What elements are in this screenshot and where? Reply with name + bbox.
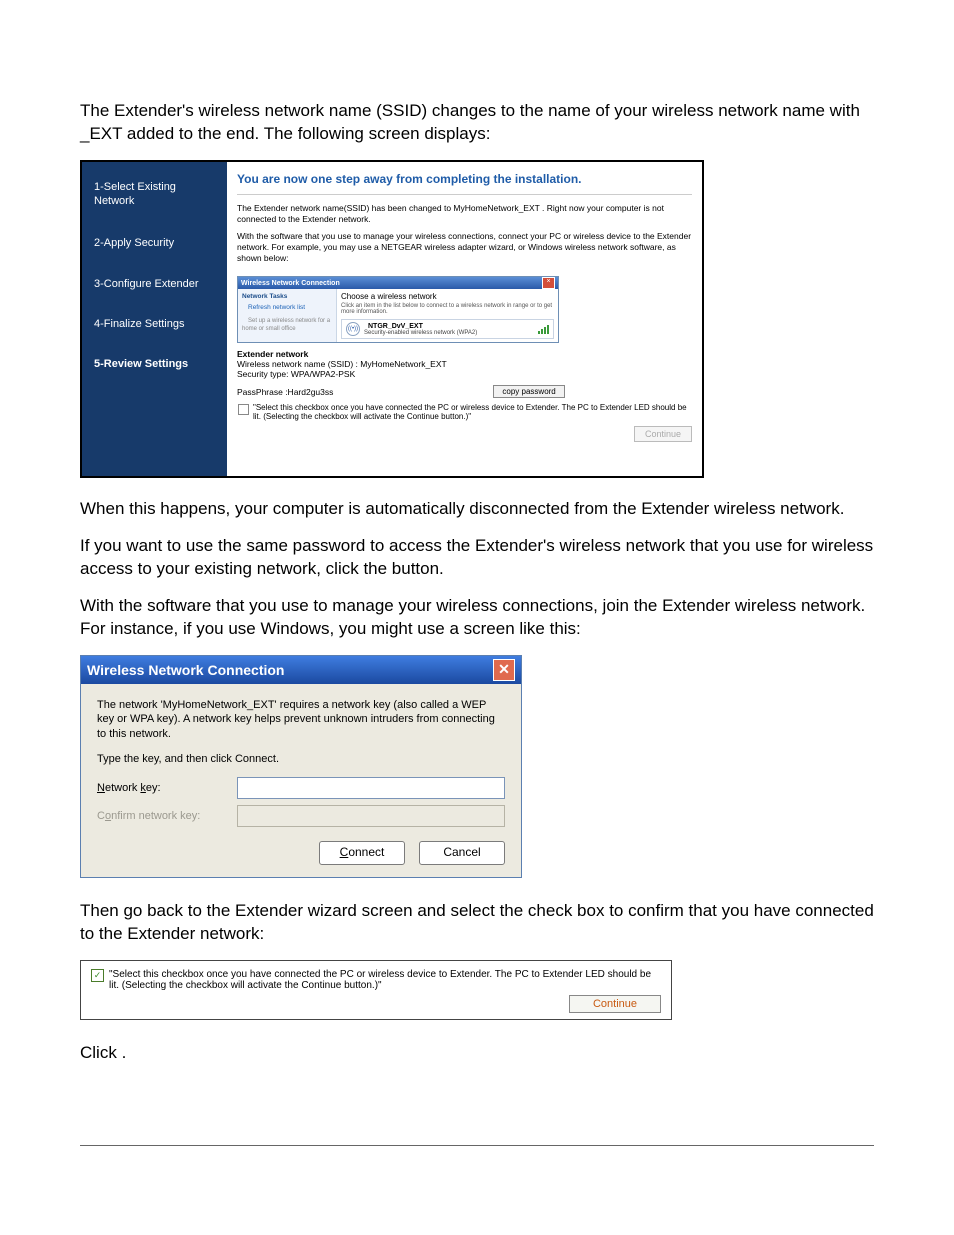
cancel-button[interactable]: Cancel	[419, 841, 505, 865]
passphrase-label: PassPhrase :Hard2gu3ss	[237, 387, 333, 397]
dialog-instruction: Type the key, and then click Connect.	[97, 752, 505, 767]
close-icon[interactable]: ✕	[493, 659, 515, 681]
network-item[interactable]: ((•)) NTGR_DvV_EXT Security-enabled wire…	[341, 319, 554, 339]
dialog-titlebar: Wireless Network Connection ✕	[81, 656, 521, 684]
wizard-paragraph-2: With the software that you use to manage…	[237, 231, 692, 264]
confirm-key-label: Confirm network key:	[97, 810, 237, 822]
network-key-row: Network key:	[97, 777, 505, 799]
refresh-network-list-link[interactable]: Refresh network list	[248, 304, 332, 311]
wizard-steps-sidebar: 1-Select Existing Network 2-Apply Securi…	[82, 162, 227, 476]
wireless-key-dialog: Wireless Network Connection ✕ The networ…	[80, 655, 522, 878]
extender-network-heading: Extender network	[237, 349, 308, 359]
extender-network-block: Extender network Wireless network name (…	[237, 349, 692, 379]
confirm-key-input-disabled	[237, 805, 505, 827]
close-icon[interactable]: ×	[542, 277, 555, 289]
confirm-checkbox-row[interactable]: ✓ "Select this checkbox once you have co…	[91, 969, 661, 991]
mid-paragraph-1: When this happens, your computer is auto…	[80, 498, 874, 521]
dialog-text: The network 'MyHomeNetwork_EXT' requires…	[97, 698, 505, 743]
wizard-headline: You are now one step away from completin…	[237, 172, 692, 186]
step-5-selected: 5-Review Settings	[94, 357, 219, 371]
wnc-inset: Wireless Network Connection × Network Ta…	[237, 276, 559, 343]
wizard-screenshot: 1-Select Existing Network 2-Apply Securi…	[80, 160, 704, 478]
intro-paragraph: The Extender's wireless network name (SS…	[80, 100, 874, 146]
wifi-icon: ((•))	[346, 322, 360, 336]
wizard-paragraph-1: The Extender network name(SSID) has been…	[237, 203, 692, 225]
network-security: Security-enabled wireless network (WPA2)	[364, 330, 538, 336]
mid-paragraph-3: With the software that you use to manage…	[80, 595, 874, 641]
dialog-title: Wireless Network Connection	[87, 662, 284, 678]
network-key-label: Network key:	[97, 782, 237, 794]
step-2: 2-Apply Security	[94, 236, 219, 250]
signal-bars-icon	[538, 325, 549, 334]
confirm-key-row: Confirm network key:	[97, 805, 505, 827]
step-1: 1-Select Existing Network	[94, 180, 219, 209]
mid-paragraph-2: If you want to use the same password to …	[80, 535, 874, 581]
wizard-main-panel: You are now one step away from completin…	[227, 162, 702, 476]
divider	[237, 194, 692, 195]
wnc-main-sub: Click an item in the list below to conne…	[341, 303, 554, 315]
extender-security-type: Security type: WPA/WPA2-PSK	[237, 369, 355, 379]
after-paragraph: Then go back to the Extender wizard scre…	[80, 900, 874, 946]
step-3: 3-Configure Extender	[94, 277, 219, 291]
wnc-main-heading: Choose a wireless network	[341, 292, 554, 301]
copy-password-button[interactable]: copy password	[493, 385, 564, 398]
network-key-input[interactable]	[237, 777, 505, 799]
network-name: NTGR_DvV_EXT	[368, 323, 423, 330]
confirm-checkbox-label: "Select this checkbox once you have conn…	[253, 403, 691, 421]
confirm-checkbox-row[interactable]: "Select this checkbox once you have conn…	[237, 402, 692, 422]
wnc-main: Choose a wireless network Click an item …	[337, 289, 558, 342]
setup-network-link[interactable]: Set up a wireless network for a home or …	[242, 318, 330, 332]
final-line: Click .	[80, 1042, 874, 1065]
connect-button[interactable]: Connect	[319, 841, 405, 865]
confirm-checkbox-unchecked[interactable]	[238, 404, 249, 415]
confirm-checkbox-label: "Select this checkbox once you have conn…	[109, 969, 661, 991]
continue-button[interactable]: Continue	[569, 995, 661, 1013]
extender-ssid: Wireless network name (SSID) : MyHomeNet…	[237, 359, 447, 369]
confirm-checkbox-screenshot: ✓ "Select this checkbox once you have co…	[80, 960, 672, 1020]
confirm-checkbox-checked[interactable]: ✓	[91, 969, 104, 982]
wnc-titlebar: Wireless Network Connection ×	[238, 277, 558, 289]
continue-button-disabled: Continue	[634, 426, 692, 442]
wnc-title: Wireless Network Connection	[241, 280, 340, 287]
wnc-side-heading: Network Tasks	[242, 293, 332, 300]
page-footer-rule	[80, 1145, 874, 1146]
wnc-sidebar: Network Tasks Refresh network list Set u…	[238, 289, 337, 342]
step-4: 4-Finalize Settings	[94, 317, 219, 331]
